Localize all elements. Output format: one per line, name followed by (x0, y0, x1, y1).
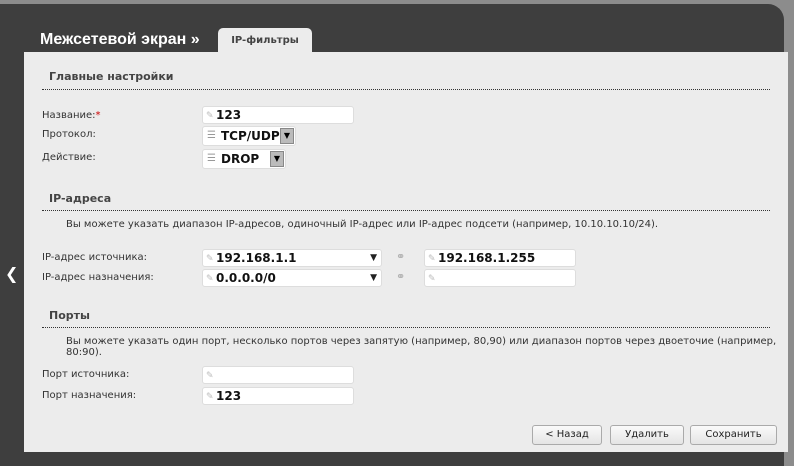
divider (42, 210, 770, 211)
pencil-icon: ✎ (206, 254, 214, 264)
name-input[interactable]: ✎ 123 (202, 106, 354, 124)
section-ip-title: IP-адреса (49, 192, 112, 205)
dst-port-label: Порт назначения: (42, 390, 137, 401)
chevron-down-icon: ▼ (280, 128, 294, 144)
pencil-icon: ✎ (428, 254, 436, 264)
list-icon: ☰ (207, 130, 216, 141)
pencil-icon: ✎ (206, 274, 214, 284)
content-panel: Главные настройки Название:* ✎ 123 Проток… (24, 52, 788, 452)
protocol-select[interactable]: ☰ TCP/UDP ▼ (202, 126, 296, 146)
delete-button[interactable]: Удалить (610, 425, 684, 445)
chevron-left-icon[interactable]: ❮ (5, 264, 18, 283)
action-label: Действие: (42, 152, 96, 163)
save-button[interactable]: Сохранить (690, 425, 777, 445)
chevron-down-icon: ▼ (270, 151, 284, 167)
ip-hint: Вы можете указать диапазон IP-адресов, о… (66, 219, 659, 230)
divider (42, 89, 770, 90)
page-title: Межсетевой экран » (40, 31, 200, 48)
src-ip-from-input[interactable]: ✎ 192.168.1.1 ▼ (202, 249, 382, 267)
pencil-icon: ✎ (428, 274, 436, 284)
action-select[interactable]: ☰ DROP ▼ (202, 149, 286, 169)
dst-ip-to-input[interactable]: ✎ (424, 269, 576, 287)
name-label: Название:* (42, 110, 101, 121)
pencil-icon: ✎ (206, 111, 214, 121)
tab-ip-filters[interactable]: IP-фильтры (218, 28, 312, 53)
divider (42, 327, 770, 328)
ports-hint: Вы можете указать один порт, несколько п… (66, 336, 777, 358)
dst-ip-label: IP-адрес назначения: (42, 272, 154, 283)
dst-ip-from-input[interactable]: ✎ 0.0.0.0/0 ▼ (202, 269, 382, 287)
section-main-title: Главные настройки (49, 70, 174, 83)
list-icon: ☰ (207, 153, 216, 164)
section-ports-title: Порты (49, 309, 90, 322)
dropdown-arrow-icon[interactable]: ▼ (370, 250, 377, 266)
pencil-icon: ✎ (206, 371, 214, 381)
src-port-input[interactable]: ✎ (202, 366, 354, 384)
src-ip-to-input[interactable]: ✎ 192.168.1.255 (424, 249, 576, 267)
back-button[interactable]: < Назад (532, 425, 602, 445)
src-port-label: Порт источника: (42, 369, 130, 380)
required-marker: * (95, 110, 101, 121)
pencil-icon: ✎ (206, 392, 214, 402)
dropdown-arrow-icon[interactable]: ▼ (370, 270, 377, 286)
dst-port-input[interactable]: ✎ 123 (202, 387, 354, 405)
src-ip-label: IP-адрес источника: (42, 252, 148, 263)
link-icon: ⚭ (396, 270, 406, 283)
protocol-label: Протокол: (42, 129, 96, 140)
link-icon: ⚭ (396, 250, 406, 263)
